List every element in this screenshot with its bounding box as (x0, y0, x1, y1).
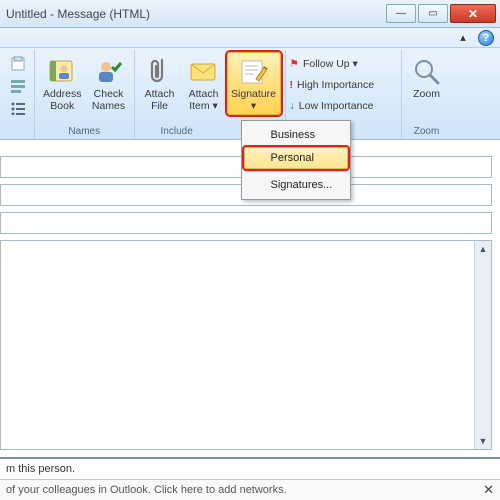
window-controls: — ▭ ✕ (384, 4, 496, 23)
people-pane-text: m this person. (6, 463, 75, 475)
signature-menu-business[interactable]: Business (244, 124, 348, 146)
close-button[interactable]: ✕ (450, 4, 496, 23)
help-icon[interactable]: ? (478, 30, 494, 46)
scrollbar[interactable]: ▲ ▼ (474, 241, 491, 449)
high-importance-button[interactable]: ! High Importance (290, 75, 375, 95)
names-group-label: Names (39, 125, 130, 139)
check-names-button[interactable]: Check Names (88, 52, 130, 115)
subject-field[interactable] (0, 212, 492, 234)
attach-item-icon (188, 55, 220, 87)
zoom-group-label: Zoom (406, 125, 448, 139)
minimize-button[interactable]: — (386, 4, 416, 23)
menu-separator (245, 171, 347, 172)
names-group: Address Book Check Names Names (35, 50, 135, 139)
signature-menu: Business Personal Signatures... (241, 120, 351, 200)
ribbon: Address Book Check Names Names Attach Fi… (0, 48, 500, 140)
paste-small-icon[interactable] (6, 54, 30, 74)
attach-item-button[interactable]: Attach Item ▾ (183, 52, 225, 115)
address-book-icon (46, 55, 78, 87)
list-small-icon[interactable] (6, 98, 30, 118)
ribbon-corner-bar: ▴ ? (0, 28, 500, 48)
magnifier-icon (411, 55, 443, 87)
paperclip-icon (144, 55, 176, 87)
social-connector-text: of your colleagues in Outlook. Click her… (6, 484, 287, 496)
zoom-button[interactable]: Zoom (406, 52, 448, 104)
maximize-button[interactable]: ▭ (418, 4, 448, 23)
mini-group-label (6, 125, 30, 139)
title-bar: Untitled - Message (HTML) — ▭ ✕ (0, 0, 500, 28)
people-pane-header[interactable]: m this person. (0, 457, 500, 479)
collapse-ribbon-icon[interactable]: ▴ (456, 31, 470, 45)
message-body-wrap: ▲ ▼ (0, 240, 492, 450)
down-arrow-icon: ↓ (290, 100, 295, 112)
social-connector-bar[interactable]: of your colleagues in Outlook. Click her… (0, 479, 500, 500)
flag-icon: ⚑ (290, 58, 299, 70)
zoom-group: Zoom Zoom (402, 50, 452, 139)
social-close-icon[interactable]: ✕ (483, 482, 494, 498)
exclamation-icon: ! (290, 79, 294, 91)
scroll-down-icon[interactable]: ▼ (475, 433, 491, 449)
low-importance-button[interactable]: ↓ Low Importance (290, 96, 374, 116)
signature-icon (238, 55, 270, 87)
message-body[interactable] (1, 241, 474, 449)
include-group: Attach File Attach Item ▾ Signature ▾ In… (135, 50, 286, 139)
clipboard-mini-group (2, 50, 35, 139)
address-book-button[interactable]: Address Book (39, 52, 86, 115)
attach-file-button[interactable]: Attach File (139, 52, 181, 115)
format-small-icon[interactable] (6, 76, 30, 96)
follow-up-button[interactable]: ⚑ Follow Up ▾ (290, 54, 358, 74)
signature-menu-signatures[interactable]: Signatures... (244, 174, 348, 196)
window-title: Untitled - Message (HTML) (4, 7, 384, 21)
scroll-up-icon[interactable]: ▲ (475, 241, 491, 257)
check-names-icon (93, 55, 125, 87)
signature-button[interactable]: Signature ▾ (227, 52, 281, 115)
signature-menu-personal[interactable]: Personal (244, 147, 348, 169)
